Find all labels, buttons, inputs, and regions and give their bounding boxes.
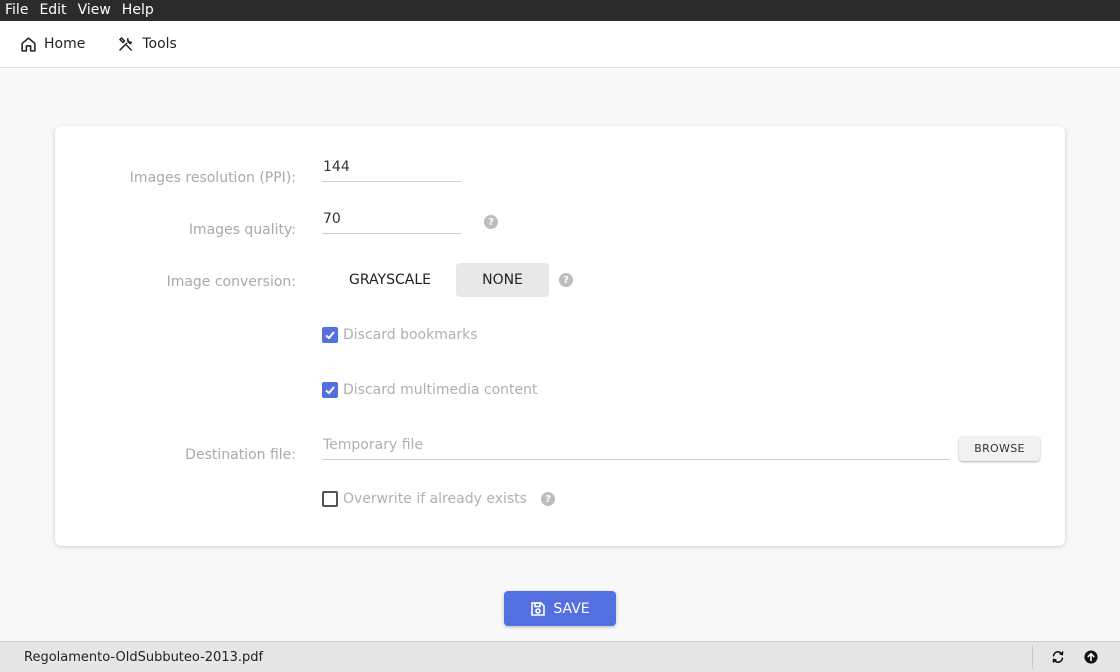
overwrite-label: Overwrite if already exists [343, 491, 527, 507]
tools-icon [119, 36, 133, 51]
check-icon [325, 331, 335, 340]
status-bar: Regolamento-OldSubbuteo-2013.pdf [0, 641, 1120, 672]
menu-file[interactable]: File [0, 0, 34, 21]
home-label: Home [44, 36, 86, 52]
menu-view[interactable]: View [73, 0, 117, 21]
discard-bookmarks-label: Discard bookmarks [343, 327, 478, 343]
resolution-input[interactable]: 144 [322, 152, 461, 182]
save-label: SAVE [553, 600, 590, 617]
browse-button[interactable]: BROWSE [959, 436, 1040, 461]
overwrite-checkbox[interactable] [322, 491, 338, 507]
tools-button[interactable]: Tools [117, 35, 177, 53]
quality-input[interactable]: 70 [322, 204, 461, 234]
conversion-label: Image conversion: [166, 274, 296, 290]
discard-bookmarks-checkbox[interactable] [322, 327, 338, 343]
discard-multimedia-checkbox[interactable] [322, 382, 338, 398]
resolution-label: Images resolution (PPI): [129, 170, 296, 186]
save-button[interactable]: SAVE [504, 591, 616, 626]
footer-divider [1032, 645, 1033, 669]
arrow-up-circle-icon[interactable] [1084, 650, 1098, 664]
conversion-help-icon[interactable]: ? [559, 273, 573, 287]
check-icon [325, 386, 335, 395]
overwrite-help-icon[interactable]: ? [541, 492, 555, 506]
discard-bookmarks-row[interactable]: Discard bookmarks [322, 327, 478, 343]
destination-label: Destination file: [185, 447, 296, 463]
settings-card: Images resolution (PPI): 144 Images qual… [55, 126, 1065, 546]
home-button[interactable]: Home [20, 36, 85, 53]
footer-filename: Regolamento-OldSubbuteo-2013.pdf [24, 649, 264, 665]
discard-multimedia-row[interactable]: Discard multimedia content [322, 382, 538, 398]
destination-input[interactable]: Temporary file [322, 430, 950, 460]
refresh-icon[interactable] [1051, 650, 1065, 664]
nav-bar: Home Tools [0, 21, 1120, 68]
menu-edit[interactable]: Edit [34, 0, 72, 21]
quality-help-icon[interactable]: ? [484, 215, 498, 229]
overwrite-row[interactable]: Overwrite if already exists [322, 491, 527, 507]
home-icon [21, 36, 36, 52]
quality-label: Images quality: [188, 222, 296, 238]
save-icon [531, 601, 546, 616]
menu-bar: File Edit View Help [0, 0, 1120, 21]
discard-multimedia-label: Discard multimedia content [343, 382, 538, 398]
tools-label: Tools [142, 36, 177, 52]
grayscale-option[interactable]: GRAYSCALE [336, 263, 444, 297]
menu-help[interactable]: Help [117, 0, 160, 21]
none-option[interactable]: NONE [456, 263, 549, 297]
